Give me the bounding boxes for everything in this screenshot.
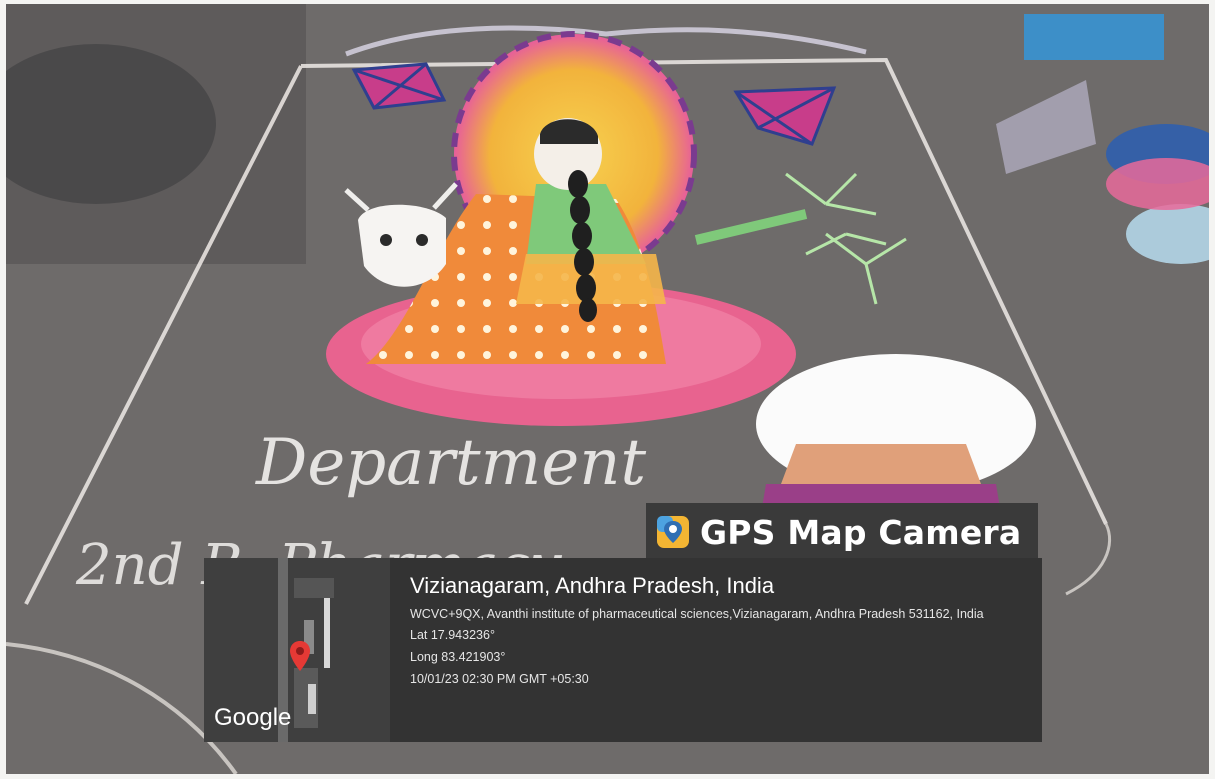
- datetime-text: 10/01/23 02:30 PM GMT +05:30: [410, 672, 589, 686]
- map-pin-icon: [657, 516, 689, 548]
- location-title: Vizianagaram, Andhra Pradesh, India: [410, 573, 775, 598]
- handwritten-department: Department: [255, 426, 646, 500]
- location-details: Vizianagaram, Andhra Pradesh, India WCVC…: [410, 572, 1010, 690]
- longitude-text: Long 83.421903°: [410, 650, 506, 664]
- address-text: WCVC+9QX, Avanthi institute of pharmaceu…: [410, 607, 984, 621]
- location-info-panel: Google Vizianagaram, Andhra Pradesh, Ind…: [204, 558, 1042, 742]
- minimap: Google: [204, 558, 390, 742]
- location-pin-icon: [290, 641, 310, 671]
- latitude-text: Lat 17.943236°: [410, 628, 495, 642]
- app-title: GPS Map Camera: [700, 512, 1022, 552]
- google-logo: Google: [214, 704, 292, 731]
- gps-camera-title-bar: GPS Map Camera: [646, 503, 1038, 561]
